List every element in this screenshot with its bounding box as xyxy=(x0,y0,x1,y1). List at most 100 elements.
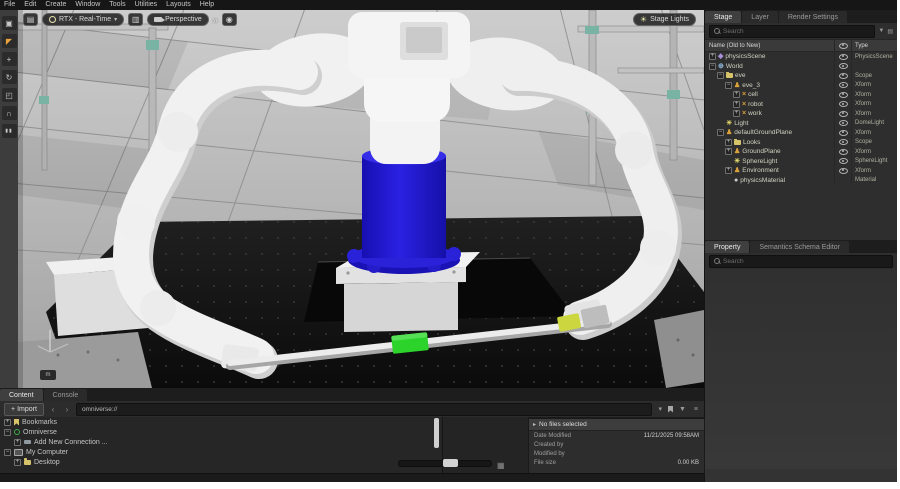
expand-toggle[interactable]: + xyxy=(725,139,732,146)
visibility-cell[interactable] xyxy=(834,62,851,72)
move-tool-icon[interactable]: + xyxy=(2,52,17,66)
pause-tool-icon[interactable]: ▮▮ xyxy=(2,124,17,138)
stage-row-work[interactable]: +×workXform xyxy=(705,109,897,119)
tab-semantics-schema-editor[interactable]: Semantics Schema Editor xyxy=(750,241,849,253)
eye-icon[interactable] xyxy=(839,120,848,126)
visibility-cell[interactable] xyxy=(834,90,851,100)
slider-handle[interactable] xyxy=(443,459,458,467)
tab-stage[interactable]: Stage xyxy=(705,11,741,23)
expand-toggle[interactable]: + xyxy=(733,91,740,98)
eye-icon[interactable] xyxy=(839,158,848,164)
renderer-selector[interactable]: RTX - Real-Time ▾ xyxy=(42,13,124,26)
expand-toggle[interactable]: + xyxy=(4,419,11,426)
eye-icon[interactable] xyxy=(839,139,848,145)
visibility-cell[interactable] xyxy=(834,119,851,129)
content-row-my-computer[interactable]: −My Computer xyxy=(0,447,442,457)
expand-toggle[interactable]: + xyxy=(725,148,732,155)
content-row-desktop[interactable]: +Desktop xyxy=(0,457,442,467)
visibility-cell[interactable] xyxy=(834,157,851,167)
eye-icon[interactable] xyxy=(839,168,848,174)
eye-icon[interactable] xyxy=(839,63,848,69)
visibility-cell[interactable] xyxy=(834,109,851,119)
forward-icon[interactable]: › xyxy=(62,404,72,415)
visibility-cell[interactable] xyxy=(834,128,851,138)
expand-toggle[interactable]: + xyxy=(725,167,732,174)
stage-row-cell[interactable]: +×cellXform xyxy=(705,90,897,100)
eye-icon[interactable] xyxy=(839,73,848,79)
expand-toggle[interactable]: + xyxy=(14,439,21,446)
column-type[interactable]: Type xyxy=(851,40,897,51)
tab-content[interactable]: Content xyxy=(0,389,43,401)
stage-search-input[interactable] xyxy=(723,28,870,35)
viewport-menu-icon[interactable]: ▤ xyxy=(23,13,38,26)
list-view-icon[interactable]: ≡ xyxy=(692,406,700,413)
expand-toggle[interactable]: − xyxy=(717,72,724,79)
eye-icon[interactable] xyxy=(839,149,848,155)
bookmark-icon[interactable] xyxy=(668,406,673,413)
stage-row-light[interactable]: +☀LightDomeLight xyxy=(705,119,897,129)
menu-file[interactable]: File xyxy=(4,0,15,10)
menu-edit[interactable]: Edit xyxy=(24,0,36,10)
blue-cylinder[interactable] xyxy=(347,147,461,274)
visibility-cell[interactable] xyxy=(834,100,851,110)
camera-selector[interactable]: Perspective xyxy=(147,13,209,26)
filter-icon[interactable]: ▼ xyxy=(677,406,688,413)
select-cursor-icon[interactable]: ◤ xyxy=(2,34,17,48)
eye-icon[interactable] xyxy=(839,111,848,117)
visibility-cell[interactable] xyxy=(834,71,851,81)
menu-tools[interactable]: Tools xyxy=(109,0,125,10)
stage-row-defaultgroundplane[interactable]: −♟defaultGroundPlaneXform xyxy=(705,128,897,138)
chevron-down-icon[interactable]: ▾ xyxy=(656,405,664,413)
tab-render-settings[interactable]: Render Settings xyxy=(779,11,847,23)
stage-row-eve[interactable]: −eveScope xyxy=(705,71,897,81)
visibility-cell[interactable] xyxy=(834,166,851,176)
back-icon[interactable]: ‹ xyxy=(48,404,58,415)
eye-icon[interactable] xyxy=(839,92,848,98)
tab-property[interactable]: Property xyxy=(705,241,749,253)
stage-options-icon[interactable]: ▤ xyxy=(887,28,893,35)
expand-toggle[interactable]: − xyxy=(4,449,11,456)
eye-icon[interactable] xyxy=(839,130,848,136)
stage-row-spherelight[interactable]: +☀SphereLightSphereLight xyxy=(705,157,897,167)
snap-tool-icon[interactable]: ∩ xyxy=(2,106,17,120)
menu-layouts[interactable]: Layouts xyxy=(166,0,191,10)
stage-lights-button[interactable]: ☀ Stage Lights xyxy=(633,13,696,26)
expand-toggle[interactable]: − xyxy=(709,63,716,70)
address-bar[interactable]: omniverse:// xyxy=(76,403,653,416)
visibility-cell[interactable] xyxy=(834,176,851,186)
tab-console[interactable]: Console xyxy=(44,389,88,401)
menu-utilities[interactable]: Utilities xyxy=(135,0,158,10)
stage-row-groundplane[interactable]: +♟GroundPlaneXform xyxy=(705,147,897,157)
stage-filter-icon[interactable]: ▼ xyxy=(878,28,884,34)
eye-icon[interactable] xyxy=(839,82,848,88)
expand-toggle[interactable]: + xyxy=(14,459,21,466)
expand-toggle[interactable]: + xyxy=(733,101,740,108)
expand-toggle[interactable]: − xyxy=(4,429,11,436)
stage-row-physicsmaterial[interactable]: +●physicsMaterialMaterial xyxy=(705,176,897,186)
rotate-tool-icon[interactable]: ↻ xyxy=(2,70,17,84)
visibility-cell[interactable] xyxy=(834,147,851,157)
stage-row-looks[interactable]: +LooksScope xyxy=(705,138,897,148)
stage-row-physicsscene[interactable]: +◆physicsScenePhysicsScene xyxy=(705,52,897,62)
grid-view-icon[interactable]: ▦ xyxy=(497,461,505,470)
toolbar-expand-chevron[interactable]: » xyxy=(213,15,218,25)
content-row-omniverse[interactable]: −Omniverse xyxy=(0,427,442,437)
visibility-cell[interactable] xyxy=(834,138,851,148)
render-settings-icon[interactable]: ▥ xyxy=(128,13,143,26)
viewport-3d[interactable]: ▤ RTX - Real-Time ▾ ▥ Perspective » ◉ ☀ … xyxy=(18,10,704,388)
expand-toggle[interactable]: + xyxy=(709,53,716,60)
visibility-cell[interactable] xyxy=(834,52,851,62)
eye-icon[interactable] xyxy=(839,54,848,60)
stage-row-world[interactable]: −⊕World xyxy=(705,62,897,72)
expand-toggle[interactable]: − xyxy=(725,82,732,89)
capture-icon[interactable]: ◉ xyxy=(222,13,237,26)
stage-row-eve_3[interactable]: −♟eve_3Xform xyxy=(705,81,897,91)
visibility-cell[interactable] xyxy=(834,81,851,91)
menu-create[interactable]: Create xyxy=(45,0,66,10)
icon-size-slider[interactable] xyxy=(398,460,492,467)
expand-toggle[interactable]: + xyxy=(733,110,740,117)
property-search-box[interactable] xyxy=(709,255,893,268)
collapse-caret-icon[interactable]: ▸ xyxy=(533,421,536,428)
stage-row-environment[interactable]: +♟EnvironmentXform xyxy=(705,166,897,176)
selection-mode-icon[interactable]: ▣ xyxy=(2,16,17,30)
